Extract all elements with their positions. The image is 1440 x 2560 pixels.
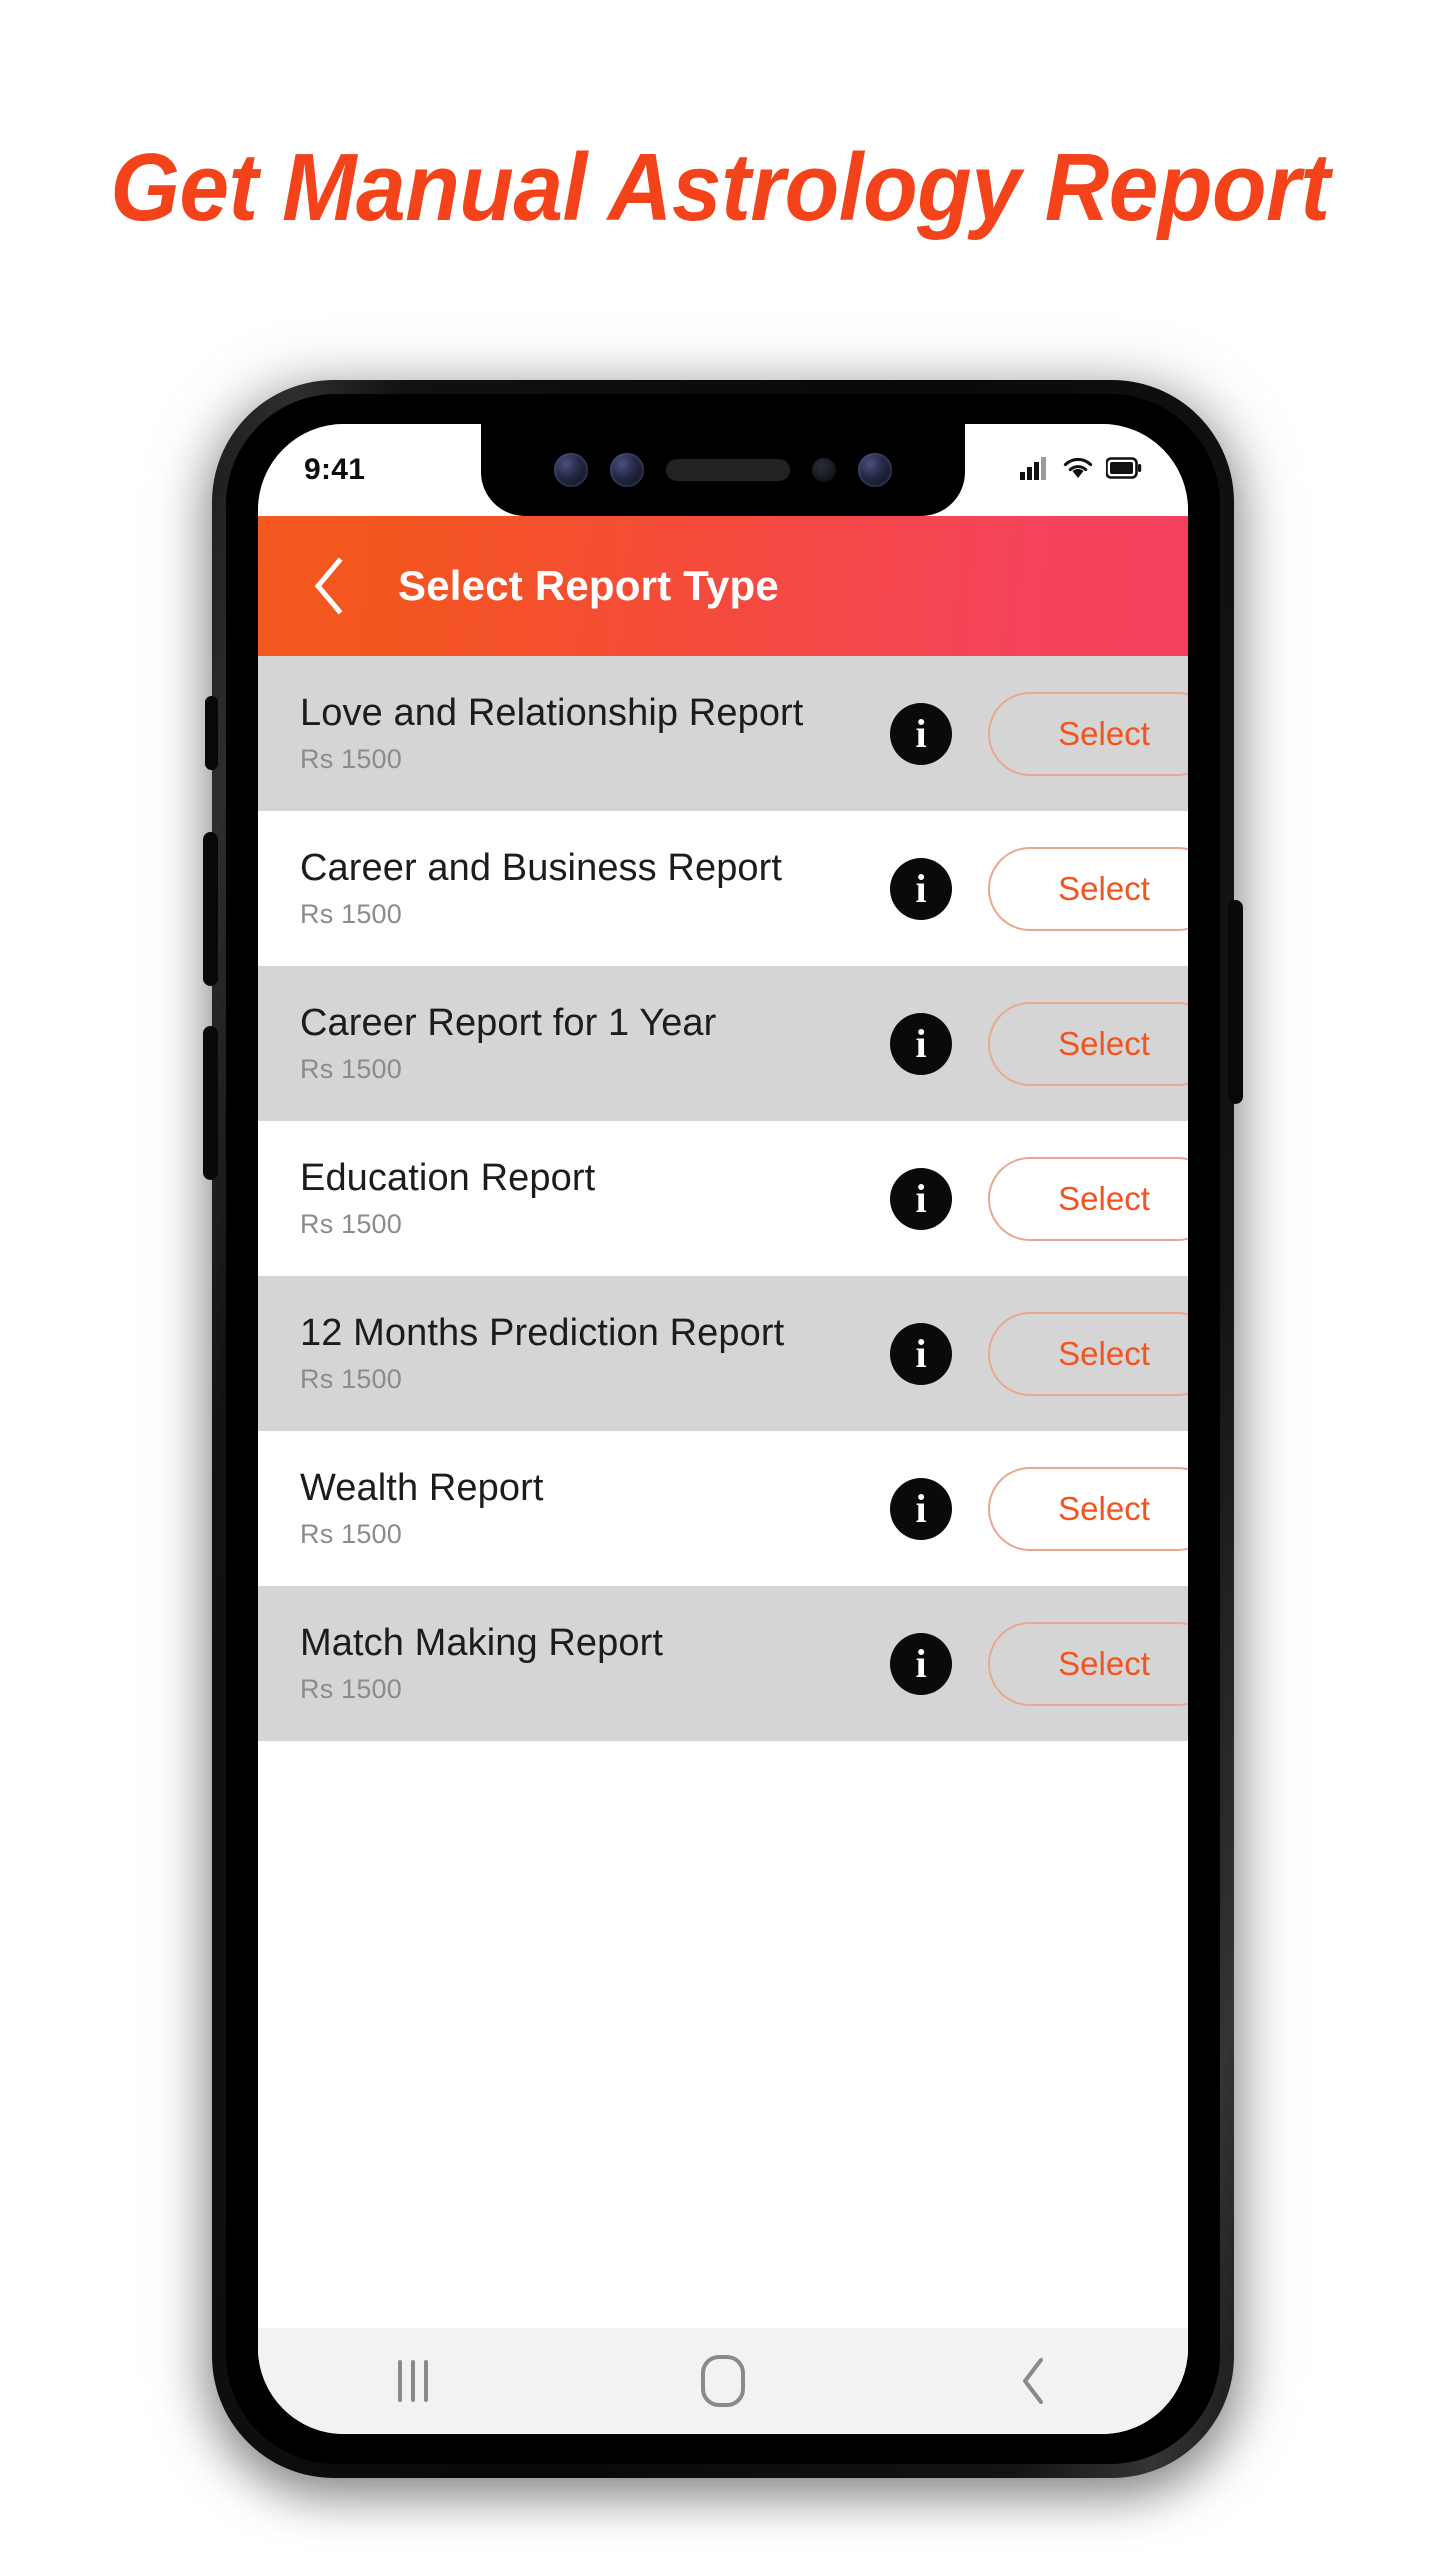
- select-button[interactable]: Select: [988, 1621, 1188, 1706]
- mute-switch-button[interactable]: [205, 696, 218, 770]
- select-button[interactable]: Select: [988, 1311, 1188, 1396]
- header-title: Select Report Type: [398, 562, 779, 609]
- report-title: 12 Months Prediction Report: [300, 1311, 785, 1354]
- phone-screen: 9:41 Select Report Type Love and Relatio…: [258, 424, 1188, 2434]
- volume-up-button[interactable]: [203, 832, 218, 986]
- row-texts: Love and Relationship Report Rs 1500: [300, 692, 890, 776]
- table-row[interactable]: Education Report Rs 1500 i Select: [258, 1121, 1188, 1276]
- nav-back-button[interactable]: [958, 2328, 1108, 2434]
- wifi-icon: [1063, 456, 1093, 485]
- page-root: Get Manual Astrology Report 9:41 Select …: [0, 0, 1440, 2560]
- report-price: Rs 1500: [300, 1674, 402, 1705]
- select-button[interactable]: Select: [988, 1466, 1188, 1551]
- report-title: Wealth Report: [300, 1466, 544, 1509]
- volume-down-button[interactable]: [203, 1026, 218, 1180]
- info-icon[interactable]: i: [890, 1477, 952, 1540]
- report-title: Career and Business Report: [300, 846, 783, 889]
- row-texts: 12 Months Prediction Report Rs 1500: [300, 1312, 890, 1396]
- info-icon[interactable]: i: [890, 1012, 952, 1075]
- home-button[interactable]: [648, 2328, 798, 2434]
- earpiece-speaker: [666, 459, 790, 481]
- select-button[interactable]: Select: [988, 846, 1188, 931]
- phone-frame: 9:41 Select Report Type Love and Relatio…: [203, 380, 1243, 2478]
- home-icon: [701, 2355, 745, 2407]
- info-icon[interactable]: i: [890, 702, 952, 765]
- ambient-sensor-icon: [812, 458, 836, 482]
- report-price: Rs 1500: [300, 744, 402, 775]
- row-texts: Wealth Report Rs 1500: [300, 1467, 890, 1551]
- table-row[interactable]: 12 Months Prediction Report Rs 1500 i Se…: [258, 1276, 1188, 1431]
- status-icons: [1020, 456, 1142, 485]
- phone-notch: [481, 424, 965, 516]
- face-id-sensor-icon: [610, 453, 644, 487]
- back-icon: [1023, 2358, 1043, 2404]
- report-price: Rs 1500: [300, 1364, 402, 1395]
- front-camera-icon: [554, 453, 588, 487]
- recents-icon: [398, 2360, 428, 2402]
- table-row[interactable]: Career Report for 1 Year Rs 1500 i Selec…: [258, 966, 1188, 1121]
- report-price: Rs 1500: [300, 1209, 402, 1240]
- report-title: Career Report for 1 Year: [300, 1001, 717, 1044]
- report-title: Match Making Report: [300, 1621, 664, 1664]
- table-row[interactable]: Career and Business Report Rs 1500 i Sel…: [258, 811, 1188, 966]
- back-button[interactable]: [284, 516, 372, 656]
- recents-button[interactable]: [338, 2328, 488, 2434]
- report-price: Rs 1500: [300, 1054, 402, 1085]
- status-time: 9:41: [304, 453, 366, 486]
- row-texts: Match Making Report Rs 1500: [300, 1622, 890, 1706]
- select-button[interactable]: Select: [988, 1156, 1188, 1241]
- battery-icon: [1105, 456, 1142, 484]
- app-header: Select Report Type: [258, 516, 1188, 656]
- table-row[interactable]: Match Making Report Rs 1500 i Select: [258, 1586, 1188, 1741]
- info-icon[interactable]: i: [890, 1322, 952, 1385]
- chevron-left-icon: [314, 557, 343, 615]
- table-row[interactable]: Wealth Report Rs 1500 i Select: [258, 1431, 1188, 1586]
- report-price: Rs 1500: [300, 1519, 402, 1550]
- select-button[interactable]: Select: [988, 1001, 1188, 1086]
- report-price: Rs 1500: [300, 899, 402, 930]
- signal-icon: [1020, 456, 1050, 485]
- table-row[interactable]: Love and Relationship Report Rs 1500 i S…: [258, 656, 1188, 811]
- page-title: Get Manual Astrology Report: [110, 134, 1330, 241]
- report-title: Education Report: [300, 1156, 596, 1199]
- dot-projector-icon: [858, 453, 892, 487]
- row-texts: Career and Business Report Rs 1500: [300, 847, 890, 931]
- power-button[interactable]: [1228, 900, 1243, 1104]
- info-icon[interactable]: i: [890, 1167, 952, 1230]
- report-title: Love and Relationship Report: [300, 691, 804, 734]
- report-list: Love and Relationship Report Rs 1500 i S…: [258, 656, 1188, 2434]
- info-icon[interactable]: i: [890, 1632, 952, 1695]
- info-icon[interactable]: i: [890, 857, 952, 920]
- select-button[interactable]: Select: [988, 691, 1188, 776]
- android-nav-bar: [258, 2328, 1188, 2434]
- row-texts: Education Report Rs 1500: [300, 1157, 890, 1241]
- row-texts: Career Report for 1 Year Rs 1500: [300, 1002, 890, 1086]
